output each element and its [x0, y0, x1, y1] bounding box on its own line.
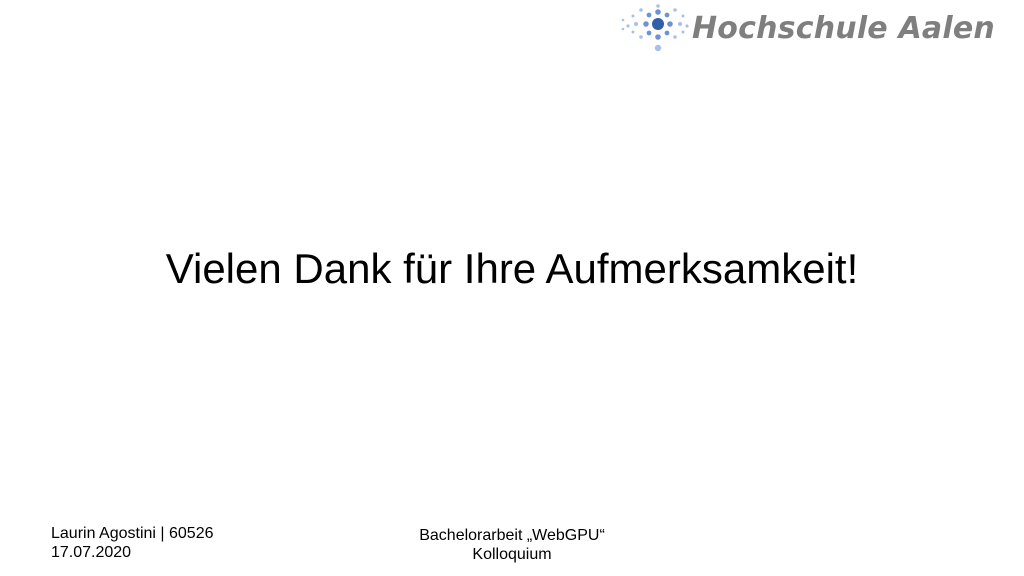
thesis-title: Bachelorarbeit „WebGPU“ — [419, 527, 605, 544]
slide-title: Vielen Dank für Ihre Aufmerksamkeit! — [165, 245, 859, 292]
footer-author-block: Laurin Agostini | 60526 17.07.2020 — [51, 524, 214, 562]
author-name: Laurin Agostini | 60526 — [51, 525, 214, 542]
logo-wordmark: Hochschule Aalen — [692, 11, 995, 46]
event-name: Kolloquium — [472, 546, 552, 563]
university-logo: Hochschule Aalen — [620, 4, 1020, 56]
footer-thesis-block: Bachelorarbeit „WebGPU“ Kolloquium — [312, 526, 712, 564]
logo-mark-icon — [621, 4, 689, 52]
presentation-date: 17.07.2020 — [51, 544, 132, 561]
